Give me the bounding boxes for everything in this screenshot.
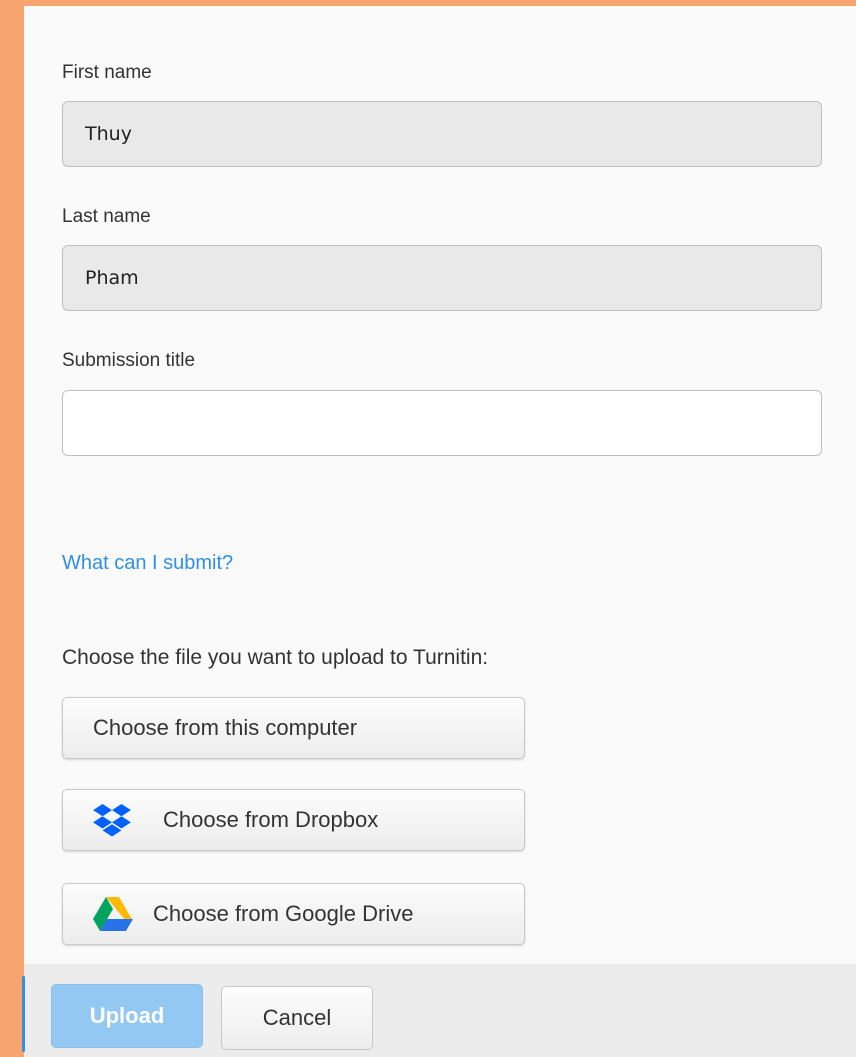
dropbox-icon xyxy=(92,803,132,837)
upload-instruction: Choose the file you want to upload to Tu… xyxy=(62,646,489,669)
choose-from-dropbox-label: Choose from Dropbox xyxy=(163,807,379,832)
choose-from-google-drive-label: Choose from Google Drive xyxy=(153,901,414,926)
google-drive-icon xyxy=(92,897,134,931)
submission-title-input[interactable] xyxy=(62,390,822,456)
choose-from-computer-button[interactable]: Choose from this computer xyxy=(62,697,525,759)
last-name-value: Pham xyxy=(85,267,139,289)
submission-title-label: Submission title xyxy=(62,350,196,371)
choose-from-google-drive-button[interactable]: Choose from Google Drive xyxy=(62,883,525,945)
cancel-button-label: Cancel xyxy=(262,1005,332,1030)
choose-from-dropbox-button[interactable]: Choose from Dropbox xyxy=(62,789,525,851)
first-name-field: Thuy xyxy=(62,101,822,167)
upload-button[interactable]: Upload xyxy=(51,984,203,1048)
footer-focus-indicator xyxy=(22,976,25,1052)
first-name-value: Thuy xyxy=(85,123,132,145)
what-can-i-submit-link[interactable]: What can I submit? xyxy=(62,552,233,575)
last-name-field: Pham xyxy=(62,245,822,311)
choose-from-computer-label: Choose from this computer xyxy=(93,715,358,740)
upload-button-label: Upload xyxy=(89,1003,165,1028)
first-name-label: First name xyxy=(62,62,152,83)
cancel-button[interactable]: Cancel xyxy=(221,986,373,1050)
last-name-label: Last name xyxy=(62,206,151,227)
